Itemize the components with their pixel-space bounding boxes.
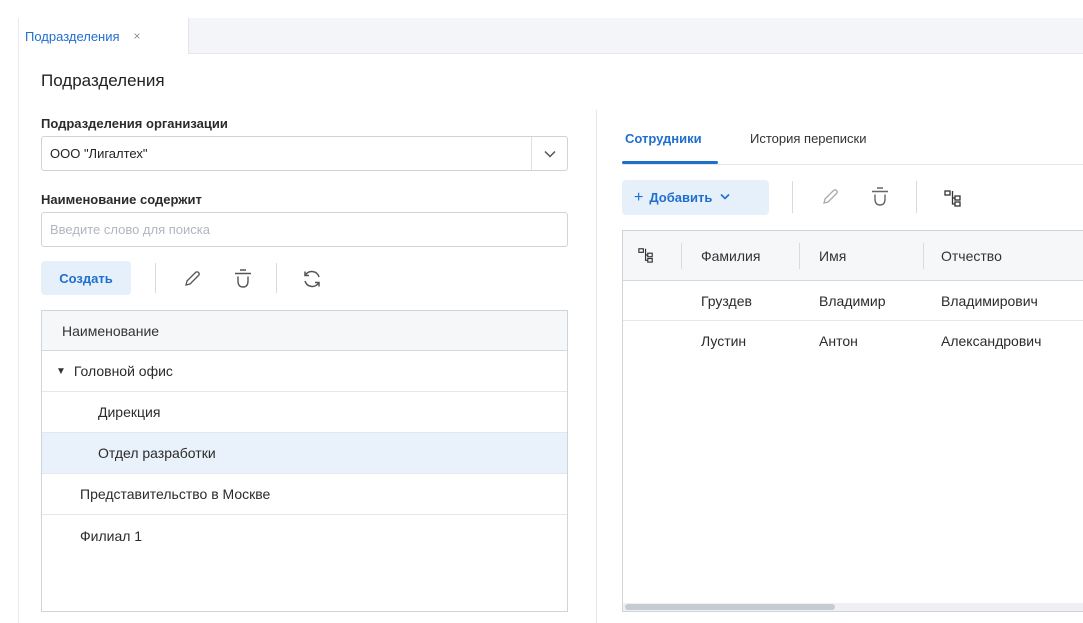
tree-row-label: Дирекция — [98, 404, 161, 420]
grid-header: Фамилия Имя Отчество — [623, 231, 1083, 281]
document-tab[interactable]: Подразделения × — [19, 18, 189, 54]
name-filter-label: Наименование содержит — [41, 192, 202, 207]
tree-row-label: Представительство в Москве — [80, 486, 271, 502]
cell-surname: Лустин — [701, 333, 747, 349]
column-separator[interactable] — [923, 243, 924, 269]
tree-row-label: Отдел разработки — [98, 445, 216, 461]
edit-icon[interactable] — [819, 186, 841, 208]
tree-row[interactable]: Дирекция — [42, 392, 567, 433]
tree-row-selected[interactable]: Отдел разработки — [42, 433, 567, 474]
toolbar-separator — [276, 263, 277, 293]
column-divider — [596, 110, 597, 623]
cell-patronymic: Александрович — [941, 333, 1042, 349]
active-tab-indicator — [622, 161, 718, 164]
horizontal-scrollbar[interactable] — [623, 603, 1083, 611]
cell-surname: Груздев — [701, 293, 752, 309]
add-button-label: Добавить — [649, 190, 713, 205]
plus-icon: + — [634, 188, 644, 206]
departments-tree: Наименование ▼ Головной офис Дирекция От… — [41, 310, 568, 612]
cell-patronymic: Владимирович — [941, 293, 1038, 309]
create-button[interactable]: Создать — [41, 261, 131, 295]
toolbar-separator — [155, 263, 156, 293]
search-input[interactable] — [41, 212, 568, 247]
document-tab-label: Подразделения — [25, 28, 120, 44]
delete-icon[interactable] — [232, 267, 254, 291]
tree-row[interactable]: ▼ Головной офис — [42, 351, 567, 392]
column-header-patronymic[interactable]: Отчество — [941, 248, 1002, 264]
scrollbar-thumb[interactable] — [625, 604, 835, 610]
org-select[interactable]: ООО "Лигалтех" — [41, 136, 568, 171]
column-header-surname[interactable]: Фамилия — [701, 248, 760, 264]
toolbar-separator — [916, 181, 917, 213]
tab-employees[interactable]: Сотрудники — [625, 131, 702, 146]
tree-row[interactable]: Представительство в Москве — [42, 474, 567, 515]
delete-icon[interactable] — [869, 185, 891, 209]
tree-row-label: Филиал 1 — [80, 527, 143, 544]
hierarchy-icon[interactable] — [943, 188, 963, 208]
refresh-icon[interactable] — [300, 267, 324, 291]
table-row[interactable]: Лустин Антон Александрович — [623, 321, 1083, 361]
cell-name: Владимир — [819, 293, 886, 309]
toolbar-separator — [792, 181, 793, 213]
table-row[interactable]: Груздев Владимир Владимирович — [623, 281, 1083, 321]
column-separator[interactable] — [681, 243, 682, 269]
tabs-baseline — [622, 164, 1083, 165]
column-separator[interactable] — [799, 243, 800, 269]
document-tab-bar: Подразделения × — [19, 18, 1083, 54]
close-icon[interactable]: × — [134, 29, 141, 43]
employees-grid: Фамилия Имя Отчество Груздев Владимир Вл… — [622, 230, 1083, 612]
org-label: Подразделения организации — [41, 116, 228, 131]
page-title: Подразделения — [41, 71, 165, 90]
tab-correspondence-history[interactable]: История переписки — [750, 131, 867, 146]
tree-column-header[interactable]: Наименование — [42, 311, 567, 351]
chevron-down-icon[interactable] — [531, 137, 567, 170]
tree-row-label: Головной офис — [73, 363, 173, 379]
tree-row[interactable]: Филиал 1 — [42, 515, 567, 556]
caret-down-icon[interactable]: ▼ — [56, 366, 66, 377]
org-select-value: ООО "Лигалтех" — [50, 146, 148, 161]
cell-name: Антон — [819, 333, 858, 349]
add-button[interactable]: + Добавить — [622, 180, 769, 215]
column-header-name[interactable]: Имя — [819, 248, 846, 264]
app-frame: Подразделения × Подразделения Подразделе… — [18, 18, 1083, 623]
chevron-down-icon — [720, 192, 730, 203]
edit-icon[interactable] — [181, 268, 203, 290]
hierarchy-icon[interactable] — [637, 246, 655, 264]
